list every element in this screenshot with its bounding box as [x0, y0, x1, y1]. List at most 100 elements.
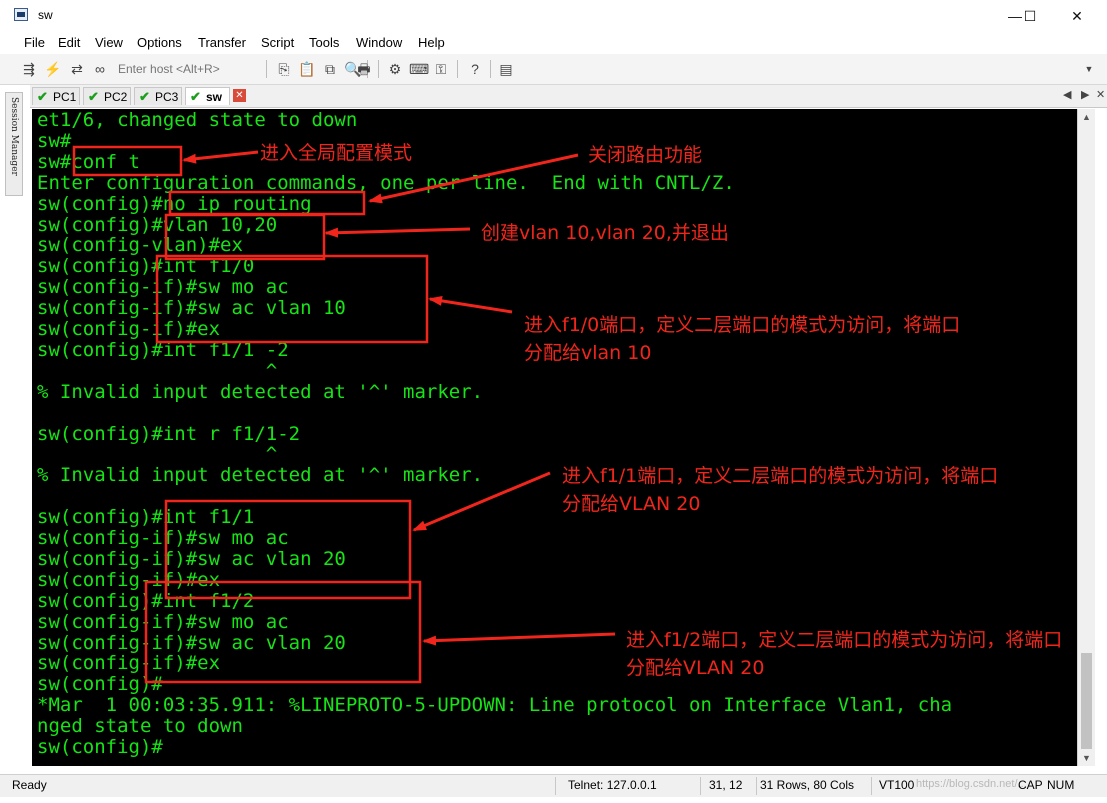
status-divider	[700, 777, 701, 795]
status-size: 31 Rows, 80 Cols	[760, 778, 855, 792]
menu-tools[interactable]: Tools	[309, 35, 339, 50]
terminal-line: sw(config)#int f1/1	[37, 506, 255, 529]
settings-icon[interactable]: ⚙	[386, 60, 404, 78]
paste-icon[interactable]: 📋	[298, 60, 316, 78]
copy-paste-icon[interactable]: ⧉	[321, 60, 339, 78]
terminal-line: *Mar 1 00:03:35.911: %LINEPROTO-5-UPDOWN…	[37, 694, 953, 717]
menu-transfer[interactable]: Transfer	[198, 35, 246, 50]
toolbar-overflow-icon[interactable]: ▼	[1080, 60, 1098, 78]
terminal-line: sw(config)#int f1/2	[37, 589, 255, 612]
terminal-line: sw(config-if)#sw mo ac	[37, 276, 289, 299]
watermark-text: https://blog.csdn.net/...	[916, 778, 1027, 790]
menu-bar: File Edit View Options Transfer Script T…	[0, 32, 1107, 54]
terminal-line: sw(config-if)#ex	[37, 568, 221, 591]
annotation-f1-0-line1: 进入f1/0端口，定义二层端口的模式为访问，将端口	[524, 314, 961, 336]
tab-scroll-left-icon[interactable]: ◀	[1063, 88, 1071, 101]
menu-help[interactable]: Help	[418, 35, 445, 50]
session-manager-tab[interactable]: Session Manager	[5, 92, 23, 196]
status-cursor: 31, 12	[709, 778, 743, 792]
connected-check-icon: ✔	[37, 89, 48, 104]
print-icon[interactable]: 🖶	[355, 60, 373, 78]
terminal-line: sw(config-if)#sw mo ac	[37, 610, 289, 633]
terminal-line: sw(config-if)#sw mo ac	[37, 527, 289, 549]
title-bar: sw — ☐ ✕	[0, 0, 1107, 32]
terminal-line: sw(config)#no ip routing	[37, 192, 312, 215]
annotation-f1-2-line1: 进入f1/2端口，定义二层端口的模式为访问，将端口	[626, 629, 1063, 651]
status-emulation: VT100	[879, 778, 915, 792]
sftp-icon[interactable]: ⚿	[432, 60, 450, 78]
scrollbar-thumb[interactable]	[1081, 653, 1092, 749]
disconnect-icon[interactable]: ∞	[91, 60, 109, 78]
toolbar-separator	[266, 60, 267, 78]
menu-file[interactable]: File	[24, 35, 45, 50]
menu-view[interactable]: View	[95, 35, 123, 50]
close-tab-icon[interactable]: ✕	[233, 89, 246, 102]
annotation-f1-0-line2: 分配给vlan 10	[524, 342, 652, 364]
tab-label: PC3	[155, 90, 179, 104]
tab-label: PC2	[104, 90, 128, 104]
tab-pc2[interactable]: ✔ PC2	[83, 87, 131, 105]
annotation-f1-2-line2: 分配给VLAN 20	[626, 657, 765, 679]
terminal-output[interactable]: et1/6, changed state to down sw# sw#conf t…	[32, 109, 1077, 766]
terminal-line: % Invalid input detected at '^' marker.	[37, 380, 484, 403]
tab-scroll-right-icon[interactable]: ▶	[1081, 88, 1089, 101]
close-button[interactable]: ✕	[1054, 0, 1100, 32]
terminal-line: sw#	[37, 129, 72, 152]
terminal-line: et1/6, changed state to down	[37, 109, 358, 131]
annotation-conf-t: 进入全局配置模式	[260, 142, 413, 164]
status-divider	[555, 777, 556, 795]
menu-edit[interactable]: Edit	[58, 35, 80, 50]
menu-window[interactable]: Window	[356, 35, 402, 50]
tab-pc1[interactable]: ✔ PC1	[32, 87, 80, 105]
status-bar: Ready Telnet: 127.0.0.1 31, 12 31 Rows, …	[0, 774, 1107, 797]
connected-check-icon: ✔	[88, 89, 99, 104]
chat-icon[interactable]: ▤	[497, 60, 515, 78]
app-icon	[14, 8, 28, 21]
tab-label: sw	[206, 90, 223, 104]
terminal-line: % Invalid input detected at '^' marker.	[37, 464, 484, 487]
scroll-down-icon[interactable]: ▼	[1078, 750, 1095, 766]
quick-connect-icon[interactable]: ⚡	[44, 60, 62, 78]
terminal-line: sw#conf t	[37, 150, 140, 173]
terminal-line: Enter configuration commands, one per li…	[37, 171, 735, 194]
status-caps: CAP	[1018, 778, 1043, 792]
keymap-icon[interactable]: ⌨	[409, 60, 429, 78]
host-input[interactable]	[114, 60, 272, 77]
annotation-f1-1-line2: 分配给VLAN 20	[562, 493, 701, 515]
tab-close-all-icon[interactable]: ✕	[1096, 88, 1105, 101]
session-manager-label: Session Manager	[9, 97, 19, 176]
connect-icon[interactable]: ⇶	[20, 60, 38, 78]
terminal-line: sw(config-if)#sw ac vlan 20	[37, 631, 346, 654]
terminal-line: sw(config)#int r f1/1-2	[37, 422, 301, 445]
tab-pc3[interactable]: ✔ PC3	[134, 87, 182, 105]
tab-label: PC1	[53, 90, 77, 104]
status-ready: Ready	[12, 778, 47, 792]
copy-icon[interactable]: ⎘	[275, 60, 293, 78]
status-num: NUM	[1047, 778, 1075, 792]
terminal-line: sw(config-if)#sw ac vlan 20	[37, 547, 346, 570]
terminal-line: sw(config)#int f1/0	[37, 255, 255, 278]
terminal-line: sw(config-if)#ex	[37, 652, 221, 675]
terminal-line: nged state to down	[37, 715, 243, 738]
help-icon[interactable]: ?	[466, 60, 484, 78]
maximize-button[interactable]: ☐	[1007, 0, 1053, 32]
toolbar-separator	[378, 60, 379, 78]
menu-script[interactable]: Script	[261, 35, 294, 50]
terminal-line: sw(config-if)#sw ac vlan 10	[37, 297, 346, 320]
terminal-line: sw(config)#	[37, 673, 163, 696]
toolbar-separator	[490, 60, 491, 78]
terminal-line: sw(config-if)#ex	[37, 318, 221, 340]
annotation-vlan: 创建vlan 10,vlan 20,并退出	[481, 222, 729, 244]
status-divider	[871, 777, 872, 795]
annotation-no-ip-routing: 关闭路由功能	[588, 144, 703, 166]
terminal-line: sw(config)#	[37, 736, 163, 758]
menu-options[interactable]: Options	[137, 35, 182, 50]
status-divider	[756, 777, 757, 795]
reconnect-icon[interactable]: ⇄	[68, 60, 86, 78]
terminal-line: ^	[37, 359, 278, 382]
tab-sw[interactable]: ✔ sw	[185, 87, 230, 105]
terminal-scrollbar[interactable]: ▲ ▼	[1077, 109, 1095, 766]
terminal-line: ^	[37, 443, 278, 466]
terminal-line: sw(config)#vlan 10,20	[37, 213, 278, 236]
scroll-up-icon[interactable]: ▲	[1078, 109, 1095, 125]
